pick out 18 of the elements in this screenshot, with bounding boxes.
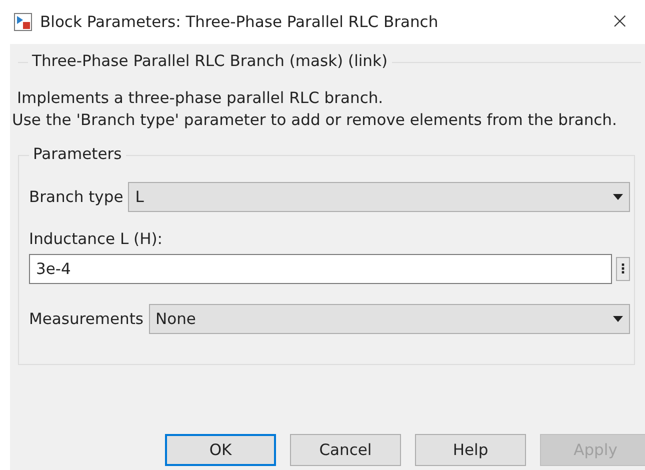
group-title: Three-Phase Parallel RLC Branch (mask) (link): [28, 52, 392, 70]
dialog-button[interactable]: OK: [165, 434, 276, 466]
description-text: Use the 'Branch type' parameter to add or remove elements from the branch.: [12, 110, 618, 131]
window-title: Block Parameters: Three-Phase Parallel RLC Branch: [40, 13, 440, 31]
dialog-button[interactable]: Help: [415, 434, 526, 466]
field-label: Measurements: [29, 310, 144, 328]
description-text: Implements a three-phase parallel RLC branch.: [16, 88, 384, 109]
field-label: Inductance L (H):: [29, 230, 164, 248]
dropdown[interactable]: None: [148, 304, 630, 334]
block-icon: [14, 13, 32, 31]
close-button[interactable]: ×: [606, 11, 633, 33]
dialog-button[interactable]: Cancel: [290, 434, 401, 466]
field-label: Branch type: [29, 188, 124, 206]
dropdown[interactable]: L: [128, 182, 630, 212]
caret-icon: [613, 316, 623, 322]
options-button[interactable]: ⋮: [616, 257, 630, 281]
input-field[interactable]: 3e-4: [29, 254, 612, 284]
caret-icon: [613, 194, 623, 200]
